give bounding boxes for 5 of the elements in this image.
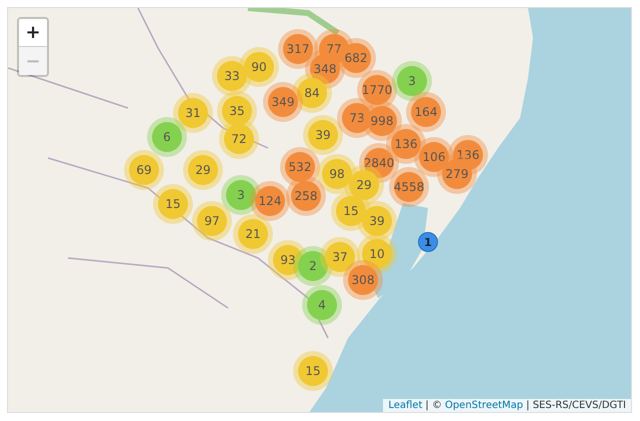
zoom-in-button[interactable]: +	[19, 19, 47, 47]
copyright-text: | ©	[425, 400, 442, 411]
leaflet-link[interactable]: Leaflet	[388, 400, 422, 411]
openstreetmap-link[interactable]: OpenStreetMap	[444, 400, 524, 411]
credit-text: | SES-RS/CEVS/DGTI	[526, 400, 626, 411]
